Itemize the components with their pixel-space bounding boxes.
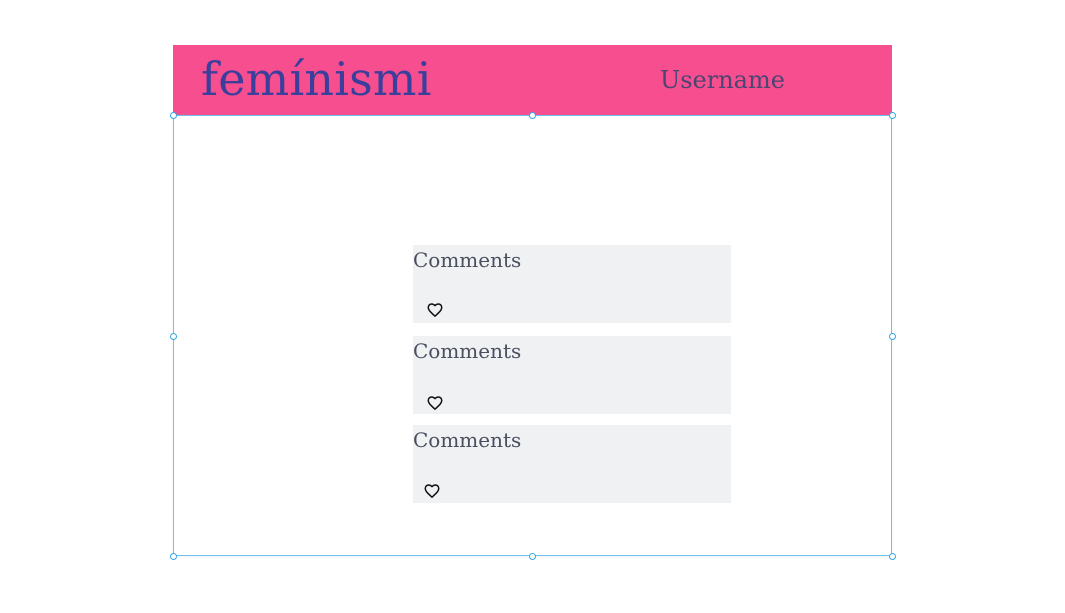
resize-handle-top-left[interactable] (170, 112, 177, 119)
comment-card[interactable]: Comments (413, 245, 731, 323)
heart-icon[interactable] (426, 301, 444, 319)
comment-card[interactable]: Comments (413, 336, 731, 414)
resize-handle-bottom-center[interactable] (529, 553, 536, 560)
resize-handle-top-right[interactable] (889, 112, 896, 119)
comment-label: Comments (413, 339, 522, 363)
comment-label: Comments (413, 248, 522, 272)
header-bar: femínismi Username (173, 45, 892, 115)
resize-handle-bottom-left[interactable] (170, 553, 177, 560)
resize-handle-bottom-right[interactable] (889, 553, 896, 560)
resize-handle-middle-left[interactable] (170, 333, 177, 340)
comment-label: Comments (413, 428, 522, 452)
heart-icon[interactable] (426, 394, 444, 412)
username-label[interactable]: Username (660, 66, 785, 94)
brand-logo[interactable]: femínismi (201, 53, 432, 105)
resize-handle-top-center[interactable] (529, 112, 536, 119)
heart-icon[interactable] (423, 482, 441, 500)
canvas: femínismi Username Comments Comments Com… (0, 0, 1065, 613)
resize-handle-middle-right[interactable] (889, 333, 896, 340)
comment-card[interactable]: Comments (413, 425, 731, 503)
